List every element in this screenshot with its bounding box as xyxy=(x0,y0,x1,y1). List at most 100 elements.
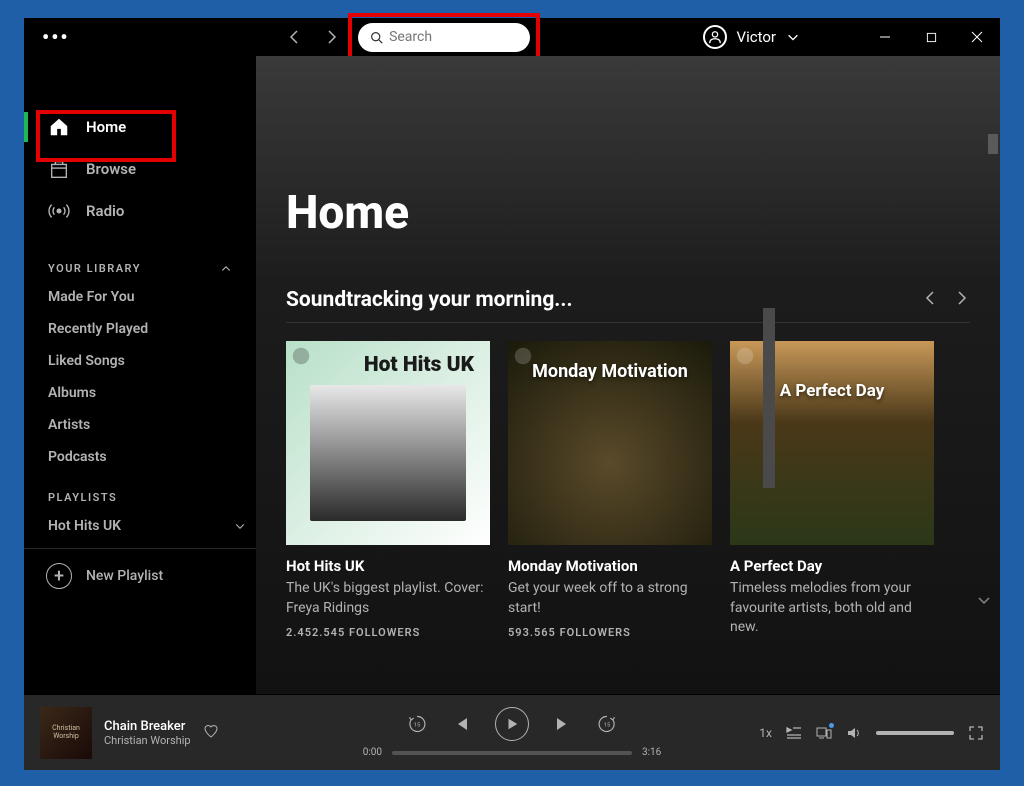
chevron-left-icon xyxy=(286,29,302,45)
spotify-window: ••• Victor xyxy=(24,18,1000,770)
search-icon xyxy=(370,30,383,45)
main-view: Home Soundtracking your morning... Hot H… xyxy=(256,56,1000,694)
library-item-podcasts[interactable]: Podcasts xyxy=(24,441,256,473)
new-playlist-label: New Playlist xyxy=(86,568,163,584)
card-desc: Get your week off to a strong start! xyxy=(508,579,712,618)
fullscreen-button[interactable] xyxy=(968,725,984,741)
svg-text:15: 15 xyxy=(414,723,421,729)
carousel-next-button[interactable] xyxy=(954,290,970,310)
chevron-left-icon xyxy=(922,290,938,306)
sidebar-item-radio[interactable]: Radio xyxy=(24,190,256,232)
sidebar: Home Browse Radio YOUR LIBRARY Made For … xyxy=(24,56,256,694)
library-item-albums[interactable]: Albums xyxy=(24,377,256,409)
carousel-prev-button[interactable] xyxy=(922,290,938,310)
library-item-madeforyou[interactable]: Made For You xyxy=(24,281,256,313)
volume-slider[interactable] xyxy=(876,731,954,735)
playlists-header: PLAYLISTS xyxy=(24,473,256,510)
track-artist[interactable]: Christian Worship xyxy=(104,734,191,747)
playlist-art: Monday Motivation xyxy=(508,341,712,545)
nav-forward-button[interactable] xyxy=(320,25,344,49)
library-item-artists[interactable]: Artists xyxy=(24,409,256,441)
chevron-down-icon xyxy=(786,30,800,44)
section-title: Soundtracking your morning... xyxy=(286,288,573,312)
track-title[interactable]: Chain Breaker xyxy=(104,719,191,734)
sidebar-scrollbar[interactable] xyxy=(763,308,775,488)
queue-icon xyxy=(786,725,802,741)
sidebar-item-label: Radio xyxy=(86,202,124,220)
elapsed-time: 0:00 xyxy=(363,747,382,758)
user-menu[interactable]: Victor xyxy=(703,25,800,49)
card-title: Hot Hits UK xyxy=(286,557,490,575)
duration-time: 3:16 xyxy=(642,747,661,758)
playlist-card[interactable]: Monday Motivation Monday Motivation Get … xyxy=(508,341,712,646)
library-item-recentlyplayed[interactable]: Recently Played xyxy=(24,313,256,345)
progress-bar[interactable] xyxy=(392,751,632,755)
chevron-right-icon xyxy=(954,290,970,306)
spotify-icon xyxy=(292,347,310,365)
maximize-button[interactable] xyxy=(908,21,954,53)
app-menu-dots[interactable]: ••• xyxy=(42,25,70,49)
page-title: Home xyxy=(286,186,970,240)
fullscreen-icon xyxy=(968,725,984,741)
card-title: Monday Motivation xyxy=(508,557,712,575)
play-button[interactable] xyxy=(495,707,529,741)
browse-icon xyxy=(48,158,70,180)
like-button[interactable] xyxy=(203,723,219,743)
devices-button[interactable] xyxy=(816,725,832,741)
card-desc: Timeless melodies from your favourite ar… xyxy=(730,579,934,638)
sidebar-item-label: Home xyxy=(86,118,126,136)
volume-button[interactable] xyxy=(846,725,862,741)
now-playing-art[interactable]: Christian Worship xyxy=(40,707,92,759)
forward-15-icon: 15 xyxy=(597,714,617,734)
titlebar: ••• Victor xyxy=(24,18,1000,56)
scrollbar-thumb[interactable] xyxy=(988,134,998,154)
maximize-icon xyxy=(926,32,937,43)
sidebar-item-label: Browse xyxy=(86,160,136,178)
playlist-card[interactable]: Hot Hits UK Hot Hits UK The UK's biggest… xyxy=(286,341,490,646)
library-item-likedsongs[interactable]: Liked Songs xyxy=(24,345,256,377)
chevron-right-icon xyxy=(324,29,340,45)
scroll-down-hint[interactable] xyxy=(976,592,992,612)
player-bar: Christian Worship Chain Breaker Christia… xyxy=(24,694,1000,770)
library-header: YOUR LIBRARY xyxy=(24,244,256,281)
notification-dot xyxy=(829,723,834,728)
next-button[interactable] xyxy=(555,716,571,732)
search-input-wrap[interactable] xyxy=(358,23,530,52)
sidebar-item-home[interactable]: Home xyxy=(24,106,256,148)
playback-speed[interactable]: 1x xyxy=(759,726,772,740)
new-playlist-button[interactable]: + New Playlist xyxy=(24,548,256,603)
chevron-down-icon xyxy=(976,592,992,608)
card-followers: 593.565 FOLLOWERS xyxy=(508,626,712,639)
forward-15-button[interactable]: 15 xyxy=(597,714,617,734)
plus-icon: + xyxy=(46,563,72,589)
chevron-up-icon[interactable] xyxy=(220,263,232,275)
svg-text:15: 15 xyxy=(604,723,611,729)
user-name: Victor xyxy=(737,28,776,46)
nav-back-button[interactable] xyxy=(282,25,306,49)
card-desc: The UK's biggest playlist. Cover: Freya … xyxy=(286,579,490,618)
minimize-icon xyxy=(879,31,891,43)
play-icon xyxy=(505,717,519,731)
playlist-art: Hot Hits UK xyxy=(286,341,490,545)
search-input[interactable] xyxy=(389,29,518,45)
playlist-item[interactable]: Hot Hits UK xyxy=(24,510,256,542)
back-15-icon: 15 xyxy=(407,714,427,734)
next-icon xyxy=(555,716,571,732)
card-followers: 2.452.545 FOLLOWERS xyxy=(286,626,490,639)
chevron-down-icon[interactable] xyxy=(234,520,246,532)
radio-icon xyxy=(48,200,70,222)
home-icon xyxy=(48,116,70,138)
playlist-card[interactable]: A Perfect Day A Perfect Day Timeless mel… xyxy=(730,341,934,646)
spotify-icon xyxy=(736,347,754,365)
playlist-art: A Perfect Day xyxy=(730,341,934,545)
queue-button[interactable] xyxy=(786,725,802,741)
close-icon xyxy=(971,31,983,43)
back-15-button[interactable]: 15 xyxy=(407,714,427,734)
previous-icon xyxy=(453,716,469,732)
volume-icon xyxy=(846,725,862,741)
heart-icon xyxy=(203,723,219,739)
close-button[interactable] xyxy=(954,21,1000,53)
sidebar-item-browse[interactable]: Browse xyxy=(24,148,256,190)
minimize-button[interactable] xyxy=(862,21,908,53)
previous-button[interactable] xyxy=(453,716,469,732)
